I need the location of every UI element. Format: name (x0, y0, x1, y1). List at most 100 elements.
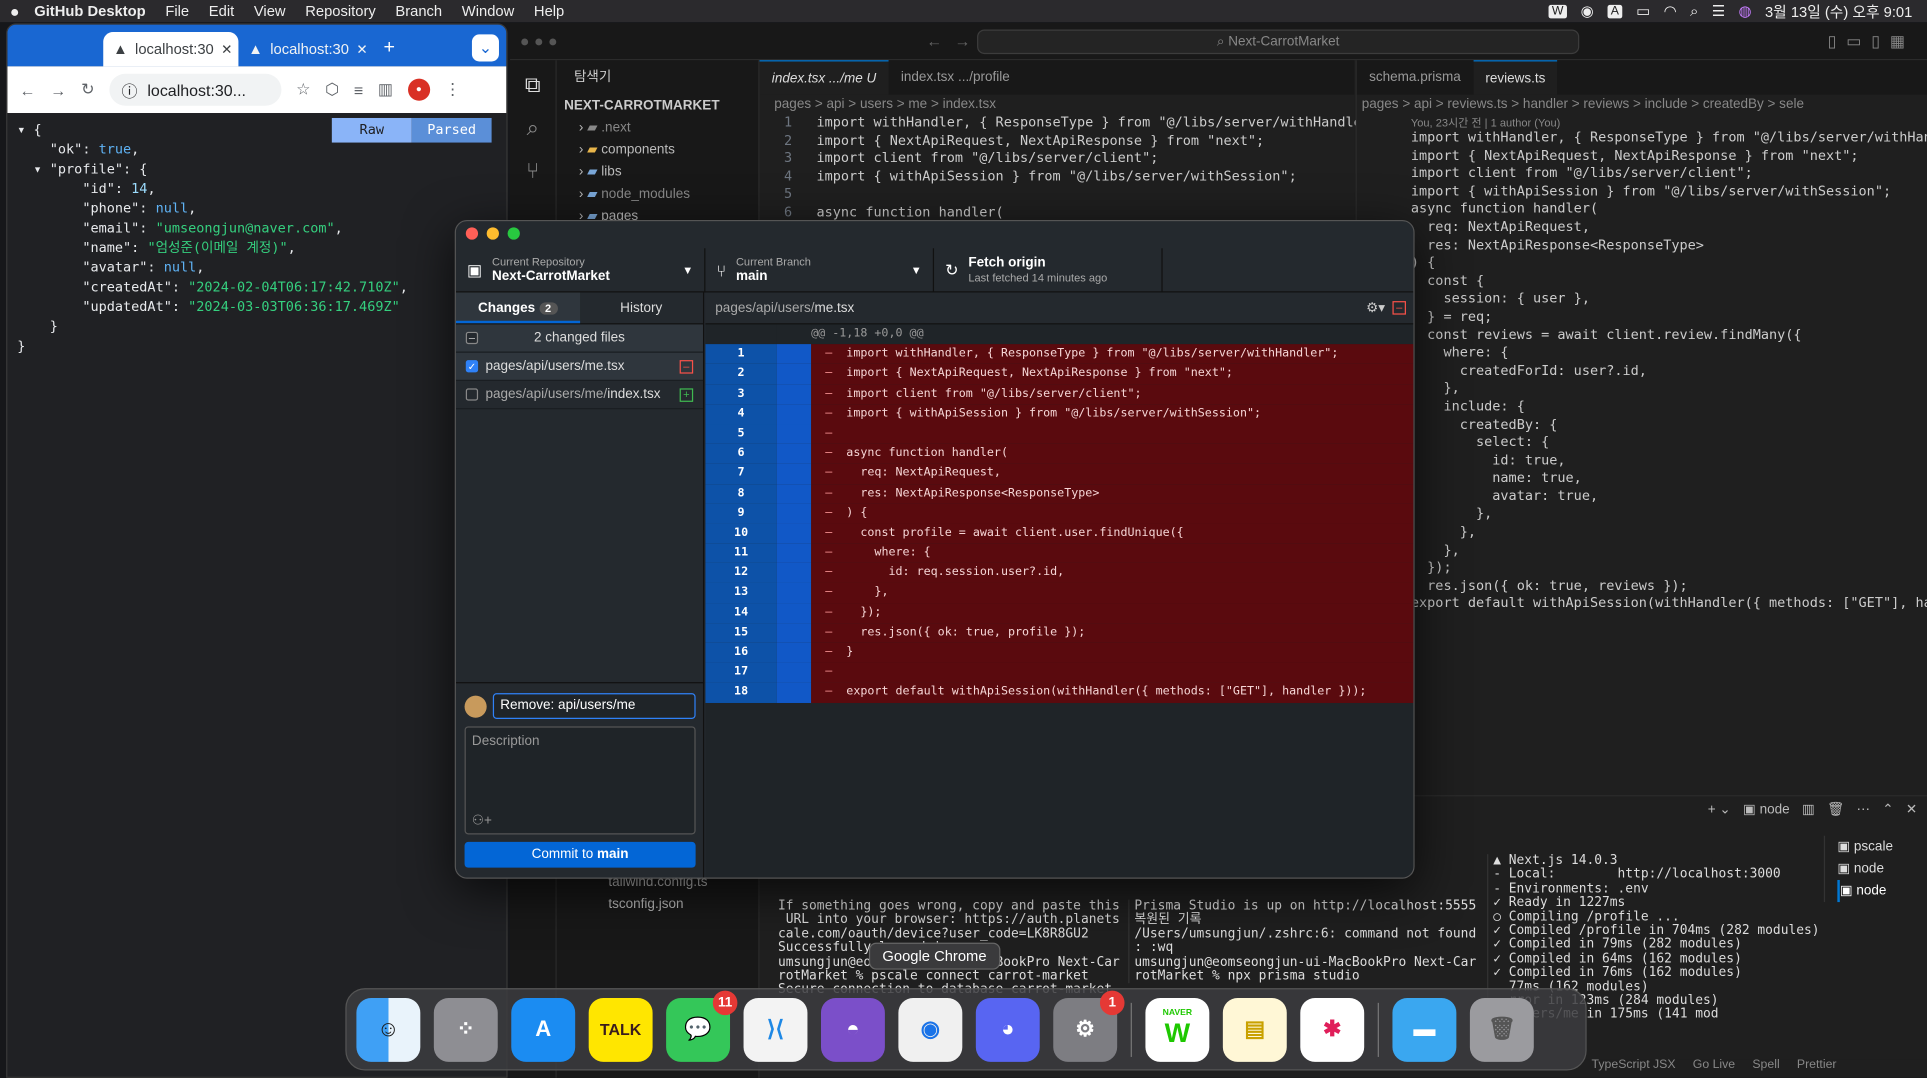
diff-gutter[interactable] (776, 404, 812, 424)
diff-gutter[interactable] (776, 602, 812, 623)
diff-gutter[interactable] (776, 503, 812, 524)
close-tab-icon[interactable]: ✕ (356, 41, 367, 57)
diff-gutter[interactable] (776, 583, 812, 603)
commit-summary-input[interactable]: Remove: api/users/me (492, 693, 696, 719)
diff-line[interactable]: 15 – res.json({ ok: true, profile }); (705, 622, 1414, 643)
diff-gutter[interactable] (776, 463, 812, 484)
close-panel-icon[interactable]: ✕ (1906, 801, 1917, 818)
diff-gutter[interactable] (776, 423, 812, 444)
diff-gutter[interactable] (776, 563, 812, 584)
diff-line[interactable]: 18 – export default withApiSession(withH… (705, 682, 1414, 703)
terminal-prisma[interactable]: Prisma Studio is up on http://localhost:… (1128, 899, 1476, 984)
source-control-icon[interactable]: ⑂ (510, 159, 555, 185)
diff-line[interactable]: 16 – } (705, 642, 1414, 663)
author-avatar[interactable] (464, 694, 487, 718)
app-store-icon[interactable]: A (511, 997, 576, 1062)
explorer-icon[interactable]: ⧉ (510, 73, 555, 99)
back-icon[interactable]: ← (20, 80, 36, 98)
tab-history[interactable]: History (579, 293, 703, 324)
close-window-button[interactable] (465, 227, 479, 240)
diff-gutter[interactable] (776, 622, 812, 643)
diff-gutter[interactable] (776, 344, 812, 365)
current-repository-button[interactable]: ▣ Current Repository Next-CarrotMarket ▼ (456, 248, 706, 293)
diff-gutter[interactable] (776, 443, 812, 464)
changed-file-row[interactable]: ✓ pages/api/users/me.tsx – (455, 352, 703, 381)
left-code-editor[interactable]: 1 import withHandler, { ResponseType } f… (760, 114, 1386, 222)
maximize-panel-icon[interactable]: ⌃ (1882, 801, 1893, 818)
search-view-icon[interactable]: ⌕ (510, 116, 555, 142)
address-bar[interactable]: ⓘ localhost:30... (109, 73, 282, 106)
editor-tab-profile-index[interactable]: index.tsx .../profile (889, 60, 1023, 94)
project-root[interactable]: NEXT-CARROTMARKET (557, 95, 759, 117)
siri-icon[interactable]: ◍ (1739, 2, 1752, 19)
menu-app-name[interactable]: GitHub Desktop (29, 2, 155, 19)
system-settings-icon[interactable]: ⚙ 1 (1053, 989, 1125, 1062)
shell-item-node-2[interactable]: ▣ node (1837, 879, 1927, 903)
slack-icon[interactable]: ✱ (1300, 997, 1365, 1062)
more-icon[interactable]: ⋯ (1856, 801, 1870, 818)
apple-icon[interactable]: ● (0, 2, 29, 20)
reload-icon[interactable]: ↻ (81, 80, 94, 100)
clock[interactable]: 3월 13일 (수) 오후 9:01 (1765, 1, 1912, 22)
status-prettier[interactable]: Prettier (1797, 1058, 1837, 1072)
new-tab-icon[interactable]: + (374, 37, 405, 66)
shell-item-pscale[interactable]: ▣ pscale (1837, 836, 1927, 858)
diff-gutter[interactable] (776, 642, 812, 663)
fetch-origin-button[interactable]: ↻ Fetch origin Last fetched 14 minutes a… (934, 248, 1163, 293)
diff-line[interactable]: 11 – where: { (705, 543, 1414, 564)
battery-icon[interactable]: ▭ (1636, 2, 1650, 19)
nav-back-icon[interactable]: ← (926, 32, 942, 50)
tree-item-folder[interactable]: › ▰ node_modules (557, 183, 759, 205)
diff-line[interactable]: 13 – }, (705, 583, 1414, 603)
control-center-icon[interactable]: ☰ (1712, 2, 1725, 19)
command-center-search[interactable]: ⌕ Next-CarrotMarket (977, 29, 1580, 55)
menu-edit[interactable]: Edit (199, 2, 244, 19)
bookmark-star-icon[interactable]: ☆ (296, 80, 310, 100)
tree-item-folder[interactable]: › ▰ .next (557, 117, 759, 139)
diff-gutter[interactable] (776, 384, 812, 405)
editor-tab-reviews[interactable]: reviews.ts (1473, 60, 1558, 95)
tree-item-folder[interactable]: › ▰ libs (557, 161, 759, 183)
menu-window[interactable]: Window (452, 2, 524, 19)
diff-line[interactable]: 8 – res: NextApiResponse<ResponseType> (705, 483, 1414, 504)
changed-file-row[interactable]: pages/api/users/me/index.tsx + (455, 381, 703, 410)
diff-gutter[interactable] (776, 364, 812, 385)
diff-gutter[interactable] (776, 483, 812, 504)
extensions-icon[interactable]: ⬡ (325, 80, 339, 100)
downloads-folder-icon[interactable]: ▬ (1392, 997, 1457, 1062)
messages-icon[interactable]: 💬 11 (666, 989, 738, 1062)
terminal-shell-label[interactable]: ▣ node (1743, 801, 1790, 818)
diff-line[interactable]: 4 – import { withApiSession } from "@/li… (705, 404, 1414, 424)
wifi-icon[interactable]: ◠ (1664, 2, 1677, 19)
layout-icons[interactable]: ▯▭▯▦ (1828, 31, 1915, 51)
diff-line[interactable]: 17 – (705, 662, 1414, 683)
commit-description-input[interactable]: Description ⚇+ (464, 726, 696, 835)
media-icon[interactable]: ≡ (354, 80, 363, 98)
tab-changes[interactable]: Changes 2 (455, 292, 580, 324)
diff-lines[interactable]: 1 – import withHandler, { ResponseType }… (705, 344, 1414, 703)
right-code-editor[interactable]: import withHandler, { ResponseType } fro… (1357, 129, 1927, 613)
forward-icon[interactable]: → (50, 80, 66, 98)
menu-view[interactable]: View (244, 2, 295, 19)
diff-line[interactable]: 3 – import client from "@/libs/server/cl… (705, 384, 1414, 405)
diff-line[interactable]: 2 – import { NextApiRequest, NextApiResp… (705, 364, 1414, 385)
zoom-window-button[interactable] (507, 227, 520, 240)
font-a-icon[interactable]: A (1607, 4, 1623, 18)
parsed-button[interactable]: Parsed (411, 117, 492, 143)
tree-item-folder[interactable]: › ▰ components (557, 139, 759, 161)
status-language[interactable]: TypeScript JSX (1592, 1058, 1676, 1072)
chrome-menu-icon[interactable]: ⋮ (445, 80, 461, 100)
tree-item-tsconfig[interactable]: tsconfig.json (557, 893, 759, 915)
current-branch-button[interactable]: ⑂ Current Branch main ▼ (705, 248, 935, 293)
diff-line[interactable]: 12 – id: req.session.user?.id, (705, 563, 1414, 584)
editor-tab-schema[interactable]: schema.prisma (1357, 60, 1473, 94)
shell-item-node-1[interactable]: ▣ node (1837, 858, 1927, 880)
launchpad-icon[interactable]: ⁘ (433, 997, 498, 1062)
close-tab-icon[interactable]: ✕ (221, 41, 232, 57)
play-icon[interactable]: ◉ (1581, 2, 1594, 19)
diff-line[interactable]: 7 – req: NextApiRequest, (705, 463, 1414, 484)
discord-icon[interactable]: ◕ (975, 997, 1040, 1062)
trash-icon[interactable]: 🗑 (1469, 997, 1534, 1062)
naver-whale-icon[interactable]: NAVER W (1145, 997, 1210, 1062)
select-all-checkbox[interactable]: – (465, 331, 479, 345)
